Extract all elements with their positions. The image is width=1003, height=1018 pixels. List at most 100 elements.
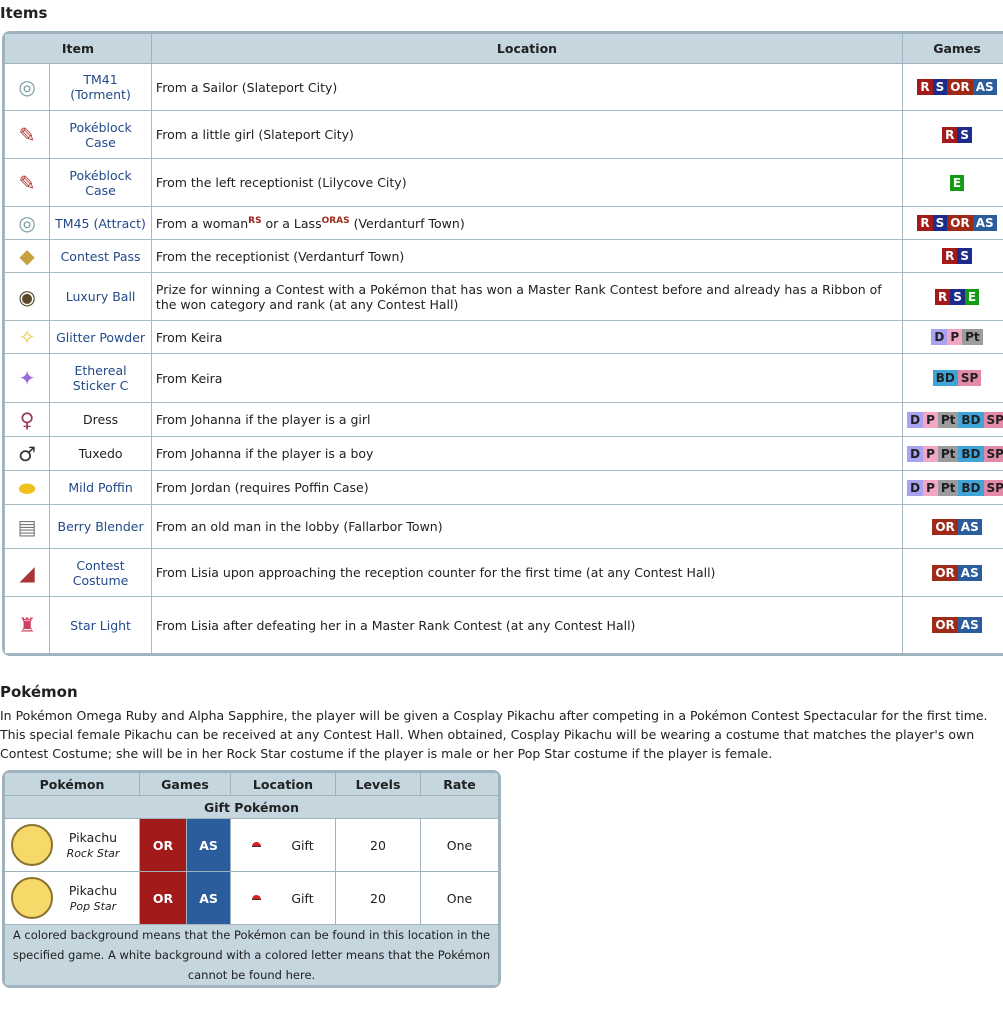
item-link[interactable]: Pokéblock Case	[69, 120, 131, 150]
game-badge[interactable]: E	[949, 174, 965, 191]
game-badge[interactable]: P	[923, 445, 938, 462]
game-badge[interactable]: R	[942, 126, 958, 143]
item-link: Dress	[82, 412, 119, 427]
game-badge[interactable]: AS	[957, 518, 982, 535]
item-name: Contest Costume	[49, 548, 152, 597]
game-badge[interactable]: BD	[958, 411, 984, 428]
item-games: E	[902, 158, 1003, 207]
pikachu-icon[interactable]	[11, 877, 53, 919]
item-link[interactable]: TM41 (Torment)	[70, 72, 131, 102]
game-badge[interactable]: R	[917, 215, 933, 231]
game-badge[interactable]: D	[931, 329, 948, 345]
game-badge[interactable]: S	[932, 215, 948, 231]
game-badge[interactable]: SP	[957, 370, 982, 386]
poke-ball-icon	[252, 841, 262, 851]
item-location: From a Sailor (Slateport City)	[150, 63, 904, 111]
item-games: R S OR AS	[902, 63, 1003, 111]
game-badge[interactable]: AS	[972, 215, 997, 231]
game-badge[interactable]: Pt	[937, 445, 959, 462]
luxury-ball-icon: ◉	[18, 284, 36, 309]
item-link[interactable]: TM45 (Attract)	[55, 216, 146, 231]
game-badge[interactable]: S	[932, 79, 948, 95]
game-badge[interactable]: BD	[958, 479, 984, 496]
game-badge[interactable]: R	[942, 248, 958, 264]
item-link[interactable]: Luxury Ball	[66, 289, 136, 304]
game-cell-or[interactable]: OR	[138, 818, 188, 872]
location-text: From a woman	[155, 215, 249, 231]
item-icon-cell: ✎	[3, 110, 51, 159]
game-badge[interactable]: S	[957, 248, 972, 264]
game-badge[interactable]: SP	[983, 411, 1003, 428]
item-name: Berry Blender	[49, 504, 152, 549]
game-badge[interactable]: OR	[947, 79, 973, 95]
item-link: Tuxedo	[78, 446, 123, 461]
item-icon-cell: ▤	[3, 504, 51, 549]
game-cell-as[interactable]: AS	[186, 818, 231, 872]
game-badge[interactable]: AS	[957, 564, 982, 581]
game-badge[interactable]: Pt	[937, 411, 959, 428]
game-badge[interactable]: BD	[932, 370, 958, 386]
game-badge[interactable]: OR	[932, 617, 958, 633]
pokemon-name[interactable]: Pikachu	[69, 883, 117, 898]
table-row: ✎ Pokéblock Case From a little girl (Slate…	[3, 110, 1003, 159]
contest-pass-icon: ◆	[19, 244, 35, 268]
game-badge[interactable]: OR	[932, 518, 958, 535]
item-link[interactable]: Pokéblock Case	[69, 168, 131, 198]
item-link[interactable]: Contest Costume	[73, 558, 129, 588]
game-cell-as[interactable]: AS	[186, 871, 231, 925]
pokemon-table: Pokémon Games Location Levels Rate Gift …	[4, 772, 499, 986]
pokemon-cell: Pikachu Pop Star	[4, 871, 140, 925]
game-badge[interactable]: OR	[932, 564, 958, 581]
item-icon-cell: ✦	[3, 353, 51, 403]
berry-blender-icon: ▤	[17, 514, 37, 539]
game-badge[interactable]: AS	[957, 617, 982, 633]
item-games: R S OR AS	[902, 206, 1003, 240]
location-text: From a little girl (Slateport City)	[155, 127, 354, 142]
game-badge[interactable]: P	[947, 329, 963, 345]
item-icon-cell: ◆	[3, 239, 51, 273]
item-games: OR AS	[902, 504, 1003, 549]
game-badge[interactable]: BD	[958, 445, 984, 462]
pokemon-name[interactable]: Pikachu	[69, 830, 117, 845]
dress-icon: ♀	[19, 407, 35, 432]
item-link[interactable]: Glitter Powder	[56, 330, 145, 345]
item-link[interactable]: Ethereal Sticker C	[73, 363, 129, 393]
tuxedo-icon: ♂	[18, 441, 37, 466]
pokemon-form: Rock Star	[66, 847, 120, 860]
game-badge[interactable]: Pt	[937, 479, 959, 496]
item-link[interactable]: Berry Blender	[58, 519, 144, 534]
location-text: Gift	[291, 837, 314, 853]
game-badge[interactable]: OR	[947, 215, 973, 231]
table-row: ◎ TM45 (Attract) From a womanRS or a LassO…	[3, 206, 1003, 240]
game-badge[interactable]: D	[907, 479, 924, 496]
ethereal-sticker-icon: ✦	[18, 366, 36, 390]
game-badge[interactable]: S	[957, 126, 972, 143]
item-link[interactable]: Mild Poffin	[68, 480, 132, 495]
game-badge[interactable]: P	[923, 479, 938, 496]
item-link[interactable]: Contest Pass	[61, 249, 141, 264]
table-row: ♀ Dress From Johanna if the player is a gi…	[3, 402, 1003, 437]
table-row: Pikachu Pop Star OR AS Gift 20 One	[4, 871, 499, 925]
game-badge[interactable]: AS	[972, 79, 997, 95]
item-icon-cell: ✧	[3, 320, 51, 354]
table-row: ◢ Contest Costume From Lisia upon approach…	[3, 548, 1003, 597]
game-badge[interactable]: D	[907, 445, 924, 462]
game-badge[interactable]: Pt	[962, 329, 983, 345]
game-cell-or[interactable]: OR	[138, 871, 188, 925]
game-badge[interactable]: D	[907, 411, 924, 428]
location-text: From the receptionist (Verdanturf Town)	[155, 248, 405, 264]
game-badge[interactable]: SP	[983, 479, 1003, 496]
header-pokemon: Pokémon	[4, 772, 140, 796]
location-text: Gift	[291, 890, 314, 906]
game-badge[interactable]: SP	[983, 445, 1003, 462]
game-badge[interactable]: R	[917, 79, 933, 95]
game-badge[interactable]: E	[964, 288, 980, 305]
pokeblock-case-icon: ✎	[18, 122, 36, 147]
game-badge[interactable]: S	[950, 288, 965, 305]
item-icon-cell: ◎	[3, 63, 51, 111]
subheader-gift: Gift Pokémon	[4, 795, 499, 819]
game-badge[interactable]: R	[934, 288, 951, 305]
game-badge[interactable]: P	[923, 411, 938, 428]
item-link[interactable]: Star Light	[70, 618, 131, 633]
pikachu-icon[interactable]	[11, 824, 53, 866]
